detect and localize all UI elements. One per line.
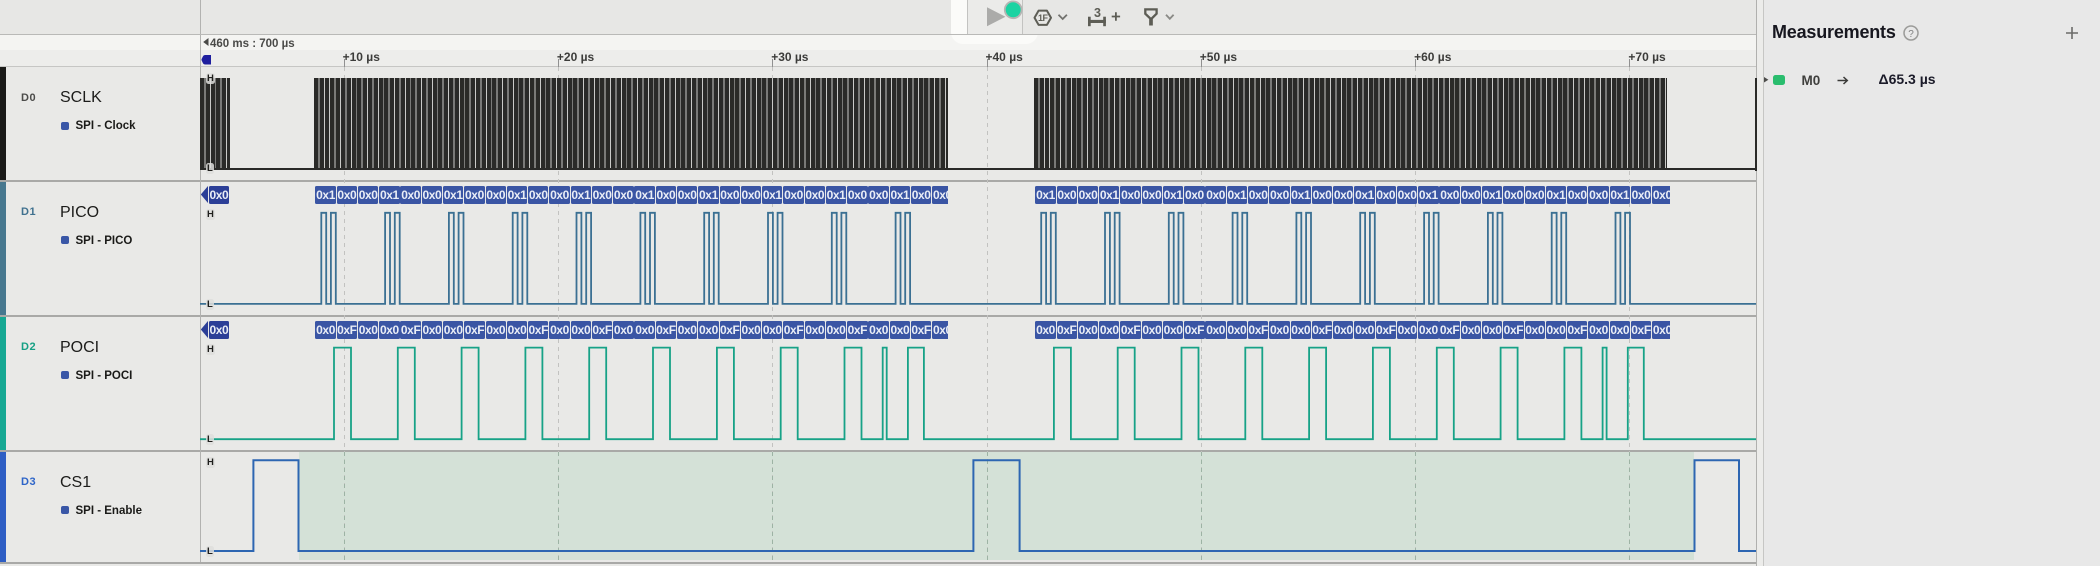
svg-text:?: ? [1908, 29, 1914, 40]
